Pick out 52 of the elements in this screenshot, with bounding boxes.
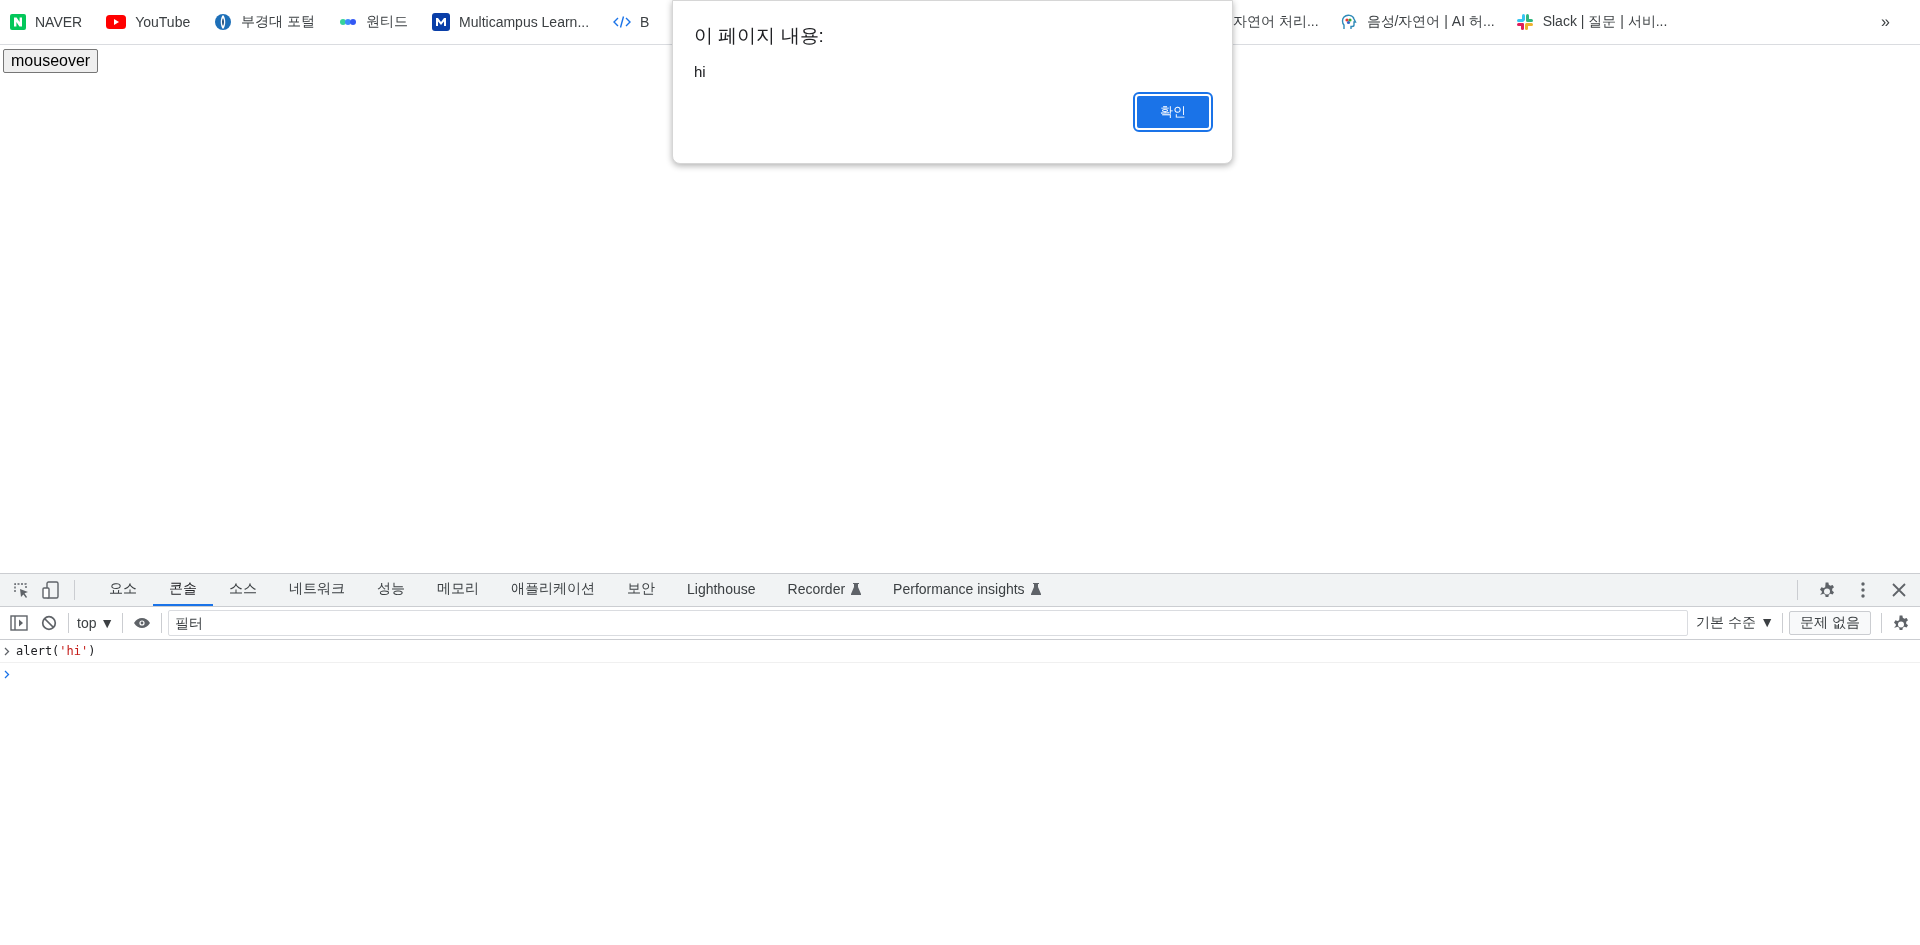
chevron-icon xyxy=(4,646,10,656)
bookmark[interactable]: 음성/자연어 | AI 허... xyxy=(1339,13,1495,31)
sidebar-icon[interactable] xyxy=(10,615,28,631)
bookmark[interactable]: B xyxy=(613,14,650,30)
flask-icon xyxy=(851,583,862,595)
caret-icon: ▼ xyxy=(1760,614,1775,630)
devtools-tab[interactable]: 소스 xyxy=(213,574,273,606)
bookmark[interactable]: 원티드 xyxy=(339,13,409,31)
ok-button[interactable]: 확인 xyxy=(1135,94,1211,130)
log-level-dropdown[interactable]: 기본 수준 ▼ xyxy=(1688,614,1783,632)
more-bookmarks-button[interactable]: » xyxy=(1881,13,1890,31)
dialog-message: hi xyxy=(694,63,707,80)
caret-icon: ▼ xyxy=(100,615,115,631)
head-icon xyxy=(1339,13,1358,31)
inspect-icon[interactable] xyxy=(12,581,30,599)
console-settings-icon[interactable] xyxy=(1892,614,1910,632)
bookmark[interactable]: Multicampus Learn... xyxy=(432,13,590,31)
settings-icon[interactable] xyxy=(1818,581,1836,599)
filter-field[interactable]: 필터 xyxy=(168,610,1689,636)
flask-icon xyxy=(1030,583,1041,595)
devtools-tab[interactable]: 보안 xyxy=(611,574,671,606)
devtools-tab[interactable]: 네트워크 xyxy=(273,574,361,606)
bookmark[interactable]: Slack | 질문 | 서비... xyxy=(1515,13,1668,31)
console-input-text: alert('hi') xyxy=(16,644,96,658)
letter-m-icon xyxy=(432,13,451,31)
devtools-tab[interactable]: 애플리케이션 xyxy=(495,574,611,606)
eye-icon[interactable] xyxy=(133,617,152,629)
prompt-icon[interactable] xyxy=(4,669,10,679)
bookmark[interactable]: NAVER xyxy=(10,14,83,30)
close-icon[interactable] xyxy=(1892,583,1906,597)
mouseover-button[interactable]: mouseover xyxy=(3,49,99,73)
slack-icon xyxy=(1515,13,1534,31)
naver-icon xyxy=(10,14,26,30)
play-icon xyxy=(106,15,127,29)
clear-icon[interactable] xyxy=(41,615,57,631)
more-icon[interactable] xyxy=(1861,582,1865,598)
emblem-icon xyxy=(214,13,233,31)
devtools-tab[interactable]: 성능 xyxy=(361,574,421,606)
bookmark[interactable]: 자연어 처리... xyxy=(1233,13,1319,31)
devtools-tab[interactable]: 메모리 xyxy=(421,574,495,606)
devtools-tab[interactable]: Performance insights xyxy=(877,574,1057,606)
code-icon xyxy=(613,15,632,29)
bookmark[interactable]: YouTube xyxy=(106,14,191,30)
devtools-tab[interactable]: Recorder xyxy=(771,574,878,606)
devtools-tab[interactable]: Lighthouse xyxy=(671,574,772,606)
dialog-title: 이 페이지 내용: xyxy=(694,24,825,48)
bookmark[interactable]: 부경대 포털 xyxy=(214,13,316,31)
issues-button[interactable]: 문제 없음 xyxy=(1789,611,1871,635)
dots-icon xyxy=(339,18,358,26)
device-icon[interactable] xyxy=(42,581,60,599)
context-dropdown[interactable]: top ▼ xyxy=(73,615,119,631)
devtools-tab[interactable]: 요소 xyxy=(93,574,153,606)
